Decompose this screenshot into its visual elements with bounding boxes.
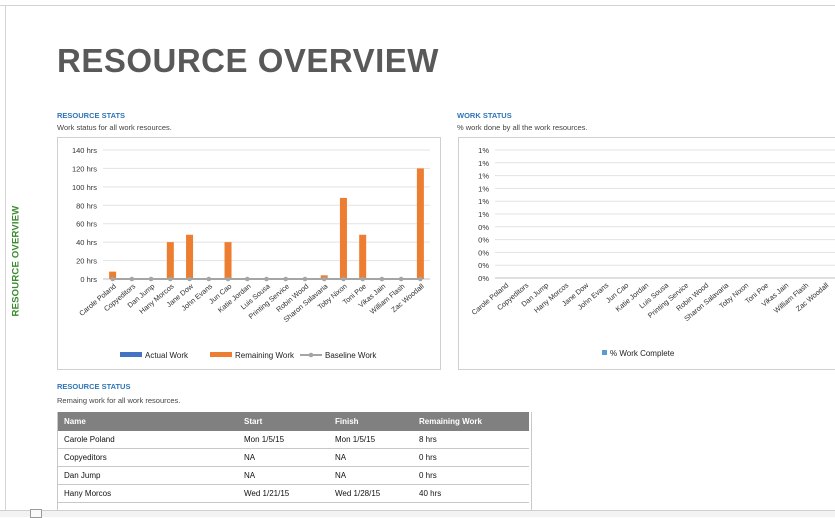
- y-tick-label: 1%: [478, 210, 489, 219]
- scroll-left-button[interactable]: [30, 509, 42, 518]
- cell-remaining: 0 hrs: [413, 466, 529, 485]
- y-tick-label: 0%: [478, 248, 489, 257]
- cell-remaining: 40 hrs: [413, 484, 529, 503]
- y-tick-label: 1%: [478, 146, 489, 155]
- resource-stats-title: RESOURCE STATS: [57, 111, 126, 120]
- y-tick-label: 1%: [478, 184, 489, 193]
- column-header[interactable]: Finish: [329, 412, 413, 431]
- cell-finish: NA: [329, 448, 413, 467]
- top-border: [0, 5, 835, 6]
- resource-status-title: RESOURCE STATUS: [57, 382, 131, 391]
- work-status-chart: 0%0%0%0%0%1%1%1%1%1%1%Carole PolandCopye…: [470, 146, 835, 358]
- data-point: [129, 276, 135, 282]
- data-point: [341, 276, 346, 282]
- bar: [166, 242, 174, 279]
- bar: [186, 234, 194, 279]
- legend-swatch: [120, 352, 142, 357]
- bar: [416, 168, 424, 279]
- data-point: [379, 276, 385, 282]
- y-tick-label: 140 hrs: [72, 146, 97, 155]
- bar: [359, 234, 367, 279]
- work-status-chart-panel: 0% 0% 0% 0% 0% 1% 1% 1% 1% 1% 1% Carole Poland Copye…: [458, 137, 835, 370]
- table-row[interactable]: Carole Poland Mon 1/5/15 Mon 1/5/15 8 hr…: [58, 431, 529, 449]
- cell-remaining: 8 hrs: [413, 431, 529, 449]
- y-tick-label: 0%: [478, 274, 489, 283]
- table-row[interactable]: Dan Jump NA NA 0 hrs: [58, 466, 529, 485]
- y-tick-label: 40 hrs: [76, 238, 97, 247]
- left-border: [5, 5, 6, 516]
- data-point: [302, 276, 308, 282]
- data-point: [110, 276, 115, 282]
- column-header[interactable]: Start: [238, 412, 329, 431]
- cell-start: NA: [238, 466, 329, 485]
- legend-label: % Work Complete: [610, 349, 675, 358]
- data-point: [244, 276, 250, 282]
- page-title: RESOURCE OVERVIEW: [57, 42, 439, 79]
- y-tick-label: 60 hrs: [76, 220, 97, 229]
- cell-name: Dan Jump: [58, 466, 238, 485]
- y-tick-label: 0 hrs: [80, 275, 97, 284]
- y-tick-label: 80 hrs: [76, 201, 97, 210]
- data-point: [168, 276, 173, 282]
- resource-stats-subtitle: Work status for all work resources.: [57, 123, 172, 132]
- cell-finish: Mon 1/5/15: [329, 431, 413, 449]
- y-tick-label: 1%: [478, 197, 489, 206]
- data-point: [187, 276, 192, 282]
- side-section-label: RESOURCE OVERVIEW: [8, 196, 24, 326]
- resource-status-table-wrap: Name Start Finish Remaining Work Carole …: [57, 412, 532, 511]
- resource-status-table: Name Start Finish Remaining Work Carole …: [58, 412, 529, 503]
- cell-start: Mon 1/5/15: [238, 431, 329, 449]
- bar: [224, 242, 232, 279]
- side-label-text: RESOURCE OVERVIEW: [10, 205, 22, 317]
- y-tick-label: 100 hrs: [72, 183, 97, 192]
- column-header[interactable]: Name: [58, 412, 238, 431]
- data-point: [206, 276, 212, 282]
- cell-finish: Wed 1/28/15: [329, 484, 413, 503]
- resource-stats-chart: 0 hrs 20 hrs 40 hrs 60 hrs 80 hrs 100 hrs 120 …: [72, 146, 430, 360]
- legend-marker: [308, 352, 314, 358]
- legend-label: Actual Work: [145, 351, 189, 360]
- cell-finish: NA: [329, 466, 413, 485]
- y-tick-label: 20 hrs: [76, 257, 97, 266]
- data-point: [360, 276, 365, 282]
- y-tick-label: 0%: [478, 236, 489, 245]
- y-tick-label: 1%: [478, 159, 489, 168]
- y-tick-label: 120 hrs: [72, 164, 97, 173]
- y-tick-label: 0%: [478, 223, 489, 232]
- data-point: [225, 276, 231, 282]
- resource-stats-chart-panel: 0 hrs 20 hrs 40 hrs 60 hrs 80 hrs 100 hrs 120 …: [57, 137, 441, 370]
- data-point: [264, 276, 269, 282]
- y-tick-label: 1%: [478, 172, 489, 181]
- cell-name: Copyeditors: [58, 448, 238, 467]
- legend-label: Baseline Work: [325, 351, 377, 360]
- work-status-subtitle: % work done by all the work resources.: [457, 123, 588, 132]
- legend-label: Remaining Work: [235, 351, 295, 360]
- work-status-title: WORK STATUS: [457, 111, 512, 120]
- table-row[interactable]: Copyeditors NA NA 0 hrs: [58, 448, 529, 467]
- data-point: [321, 276, 327, 282]
- y-tick-label: 0%: [478, 261, 489, 270]
- data-point: [398, 276, 404, 282]
- cell-remaining: 0 hrs: [413, 448, 529, 467]
- bar: [339, 197, 347, 279]
- data-point: [418, 276, 423, 282]
- cell-start: Wed 1/21/15: [238, 484, 329, 503]
- table-header-row: Name Start Finish Remaining Work: [58, 412, 529, 431]
- cell-start: NA: [238, 448, 329, 467]
- data-point: [283, 276, 289, 282]
- table-row[interactable]: Hany Morcos Wed 1/21/15 Wed 1/28/15 40 h…: [58, 484, 529, 503]
- cell-name: Carole Poland: [58, 431, 238, 449]
- cell-name: Hany Morcos: [58, 484, 238, 503]
- legend-swatch: [210, 352, 232, 357]
- legend-swatch: [602, 350, 607, 355]
- column-header[interactable]: Remaining Work: [413, 412, 529, 431]
- data-point: [148, 276, 154, 282]
- resource-status-subtitle: Remaing work for all work resources.: [57, 396, 181, 405]
